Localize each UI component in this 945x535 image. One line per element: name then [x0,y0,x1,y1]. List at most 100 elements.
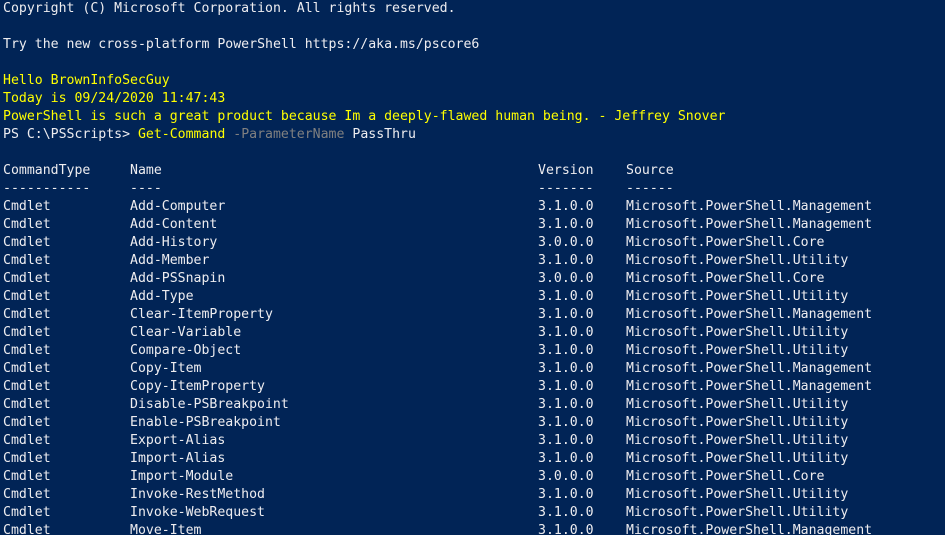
argument-text: PassThru [352,127,416,142]
cell-name: Add-History [130,235,218,250]
table-row: Cmdlet Invoke-WebRequest 3.1.0.0 Microsoft.… [3,504,943,522]
cell-name: Add-PSSnapin [130,271,226,286]
header-commandtype: CommandType [3,163,91,178]
cell-version: 3.1.0.0 [538,415,594,430]
cell-version: 3.1.0.0 [538,307,594,322]
prompt-line[interactable]: PS C:\PSScripts> Get-Command -ParameterN… [3,126,416,144]
cell-source: Microsoft.PowerShell.Utility [626,325,849,340]
cell-version: 3.1.0.0 [538,433,594,448]
table-row: Cmdlet Clear-ItemProperty 3.1.0.0 Microsoft… [3,306,943,324]
cell-commandtype: Cmdlet [3,451,51,466]
cell-commandtype: Cmdlet [3,487,51,502]
cell-version: 3.1.0.0 [538,361,594,376]
cell-name: Invoke-RestMethod [130,487,265,502]
cell-source: Microsoft.PowerShell.Core [626,271,825,286]
cell-commandtype: Cmdlet [3,235,51,250]
header-version: Version [538,163,594,178]
cell-source: Microsoft.PowerShell.Management [626,199,873,214]
cell-name: Export-Alias [130,433,226,448]
table-row: Cmdlet Disable-PSBreakpoint 3.1.0.0 Microso… [3,396,943,414]
cell-commandtype: Cmdlet [3,253,51,268]
cell-version: 3.1.0.0 [538,253,594,268]
table-row: Cmdlet Add-Computer 3.1.0.0 Microsoft.Power… [3,198,943,216]
table-row: Cmdlet Add-Content 3.1.0.0 Microsoft.PowerS… [3,216,943,234]
separator-source: ------ [626,181,674,196]
cell-name: Clear-ItemProperty [130,307,273,322]
cell-source: Microsoft.PowerShell.Management [626,217,873,232]
cell-name: Copy-Item [130,361,202,376]
cell-source: Microsoft.PowerShell.Utility [626,505,849,520]
table-row: Cmdlet Compare-Object 3.1.0.0 Microsoft.Pow… [3,342,943,360]
command-text: Get-Command [137,127,226,142]
powershell-console[interactable]: Copyright (C) Microsoft Corporation. All… [0,0,945,535]
cell-commandtype: Cmdlet [3,397,51,412]
header-name: Name [130,163,162,178]
cell-version: 3.1.0.0 [538,487,594,502]
cell-version: 3.1.0.0 [538,523,594,535]
cell-version: 3.1.0.0 [538,379,594,394]
cell-version: 3.0.0.0 [538,235,594,250]
table-header: CommandType Name Version Source [3,162,943,180]
table-row: Cmdlet Clear-Variable 3.1.0.0 Microsoft.Pow… [3,324,943,342]
cell-source: Microsoft.PowerShell.Core [626,235,825,250]
cell-name: Add-Content [130,217,218,232]
cell-commandtype: Cmdlet [3,379,51,394]
cell-name: Clear-Variable [130,325,242,340]
prompt-text: PS C:\PSScripts> [3,127,138,142]
cell-commandtype: Cmdlet [3,415,51,430]
cell-version: 3.0.0.0 [538,469,594,484]
cell-source: Microsoft.PowerShell.Core [626,469,825,484]
cell-source: Microsoft.PowerShell.Utility [626,289,849,304]
cell-source: Microsoft.PowerShell.Management [626,361,873,376]
cell-commandtype: Cmdlet [3,271,51,286]
cell-commandtype: Cmdlet [3,289,51,304]
cell-source: Microsoft.PowerShell.Management [626,523,873,535]
date-line: Today is 09/24/2020 11:47:43 [3,91,226,106]
table-row: Cmdlet Add-History 3.0.0.0 Microsoft.PowerS… [3,234,943,252]
table-row: Cmdlet Copy-Item 3.1.0.0 Microsoft.PowerShe… [3,360,943,378]
table-row: Cmdlet Export-Alias 3.1.0.0 Microsoft.Power… [3,432,943,450]
cell-commandtype: Cmdlet [3,199,51,214]
cell-version: 3.1.0.0 [538,217,594,232]
cell-name: Move-Item [130,523,202,535]
cell-version: 3.1.0.0 [538,343,594,358]
cell-name: Add-Member [130,253,210,268]
cell-name: Invoke-WebRequest [130,505,265,520]
cell-source: Microsoft.PowerShell.Utility [626,397,849,412]
table-row: Cmdlet Add-Member 3.1.0.0 Microsoft.PowerSh… [3,252,943,270]
separator-name: ---- [130,181,162,196]
cell-commandtype: Cmdlet [3,307,51,322]
cell-name: Compare-Object [130,343,242,358]
copyright-line: Copyright (C) Microsoft Corporation. All… [3,1,456,16]
parameter-text: -ParameterName [233,127,345,142]
cell-source: Microsoft.PowerShell.Utility [626,343,849,358]
cell-name: Copy-ItemProperty [130,379,265,394]
table-row: Cmdlet Import-Alias 3.1.0.0 Microsoft.Power… [3,450,943,468]
cell-source: Microsoft.PowerShell.Utility [626,487,849,502]
cell-source: Microsoft.PowerShell.Utility [626,433,849,448]
cell-source: Microsoft.PowerShell.Management [626,379,873,394]
table-row: Cmdlet Add-Type 3.1.0.0 Microsoft.PowerShel… [3,288,943,306]
table-row: Cmdlet Add-PSSnapin 3.0.0.0 Microsoft.Power… [3,270,943,288]
cell-commandtype: Cmdlet [3,325,51,340]
table-row: Cmdlet Import-Module 3.0.0.0 Microsoft.Powe… [3,468,943,486]
cell-commandtype: Cmdlet [3,217,51,232]
separator-commandtype: ----------- [3,181,91,196]
separator-version: ------- [538,181,594,196]
table-row: Cmdlet Invoke-RestMethod 3.1.0.0 Microsoft.… [3,486,943,504]
cell-source: Microsoft.PowerShell.Utility [626,451,849,466]
cell-commandtype: Cmdlet [3,343,51,358]
cell-version: 3.1.0.0 [538,505,594,520]
cell-name: Add-Computer [130,199,226,214]
header-source: Source [626,163,674,178]
cell-version: 3.1.0.0 [538,397,594,412]
cell-name: Import-Alias [130,451,226,466]
table-separator: ----------- ---- ------- ------ [3,180,943,198]
table-row: Cmdlet Enable-PSBreakpoint 3.1.0.0 Microsof… [3,414,943,432]
cell-name: Add-Type [130,289,194,304]
cell-version: 3.0.0.0 [538,271,594,286]
quote-line: PowerShell is such a great product becau… [3,109,726,124]
cell-name: Enable-PSBreakpoint [130,415,281,430]
table-row: Cmdlet Copy-ItemProperty 3.1.0.0 Microsoft.… [3,378,943,396]
cell-source: Microsoft.PowerShell.Utility [626,415,849,430]
